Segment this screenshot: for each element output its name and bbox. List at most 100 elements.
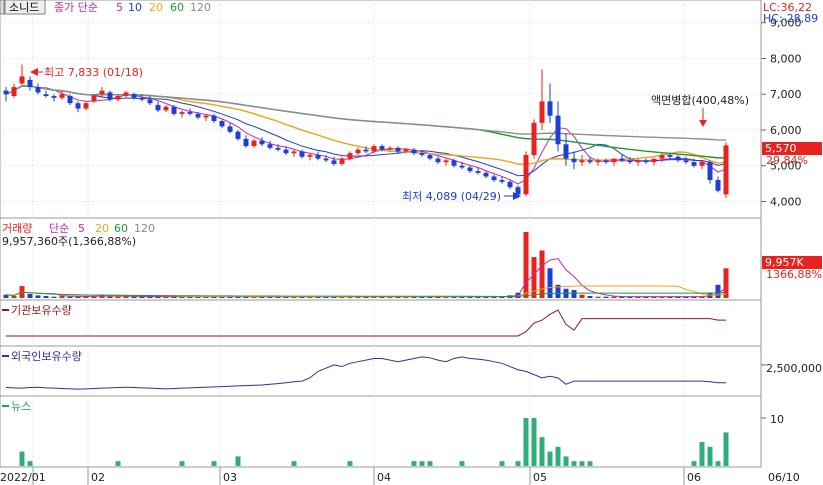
candle-body (611, 158, 617, 163)
price-tick-label: 6,000 (770, 124, 802, 137)
candle-body (11, 87, 17, 97)
volume-ma-lines (5, 257, 727, 298)
candle-body (683, 160, 689, 163)
candle-body (563, 144, 569, 159)
news-bar (531, 418, 537, 466)
event-annotation: 액면병합(400,48%) (651, 94, 749, 127)
volume-summary: 9,957,360주(1,366,88%) (2, 235, 136, 248)
volume-bar (523, 232, 529, 298)
news-bar (715, 461, 721, 466)
candle-body (475, 171, 481, 173)
volume-bar (43, 296, 49, 298)
foreign-holding-line (5, 356, 766, 390)
candle-body (523, 155, 529, 195)
candle-body (51, 96, 57, 98)
candle-body (331, 160, 337, 164)
volume-bar (587, 296, 593, 298)
candle-body (323, 158, 329, 161)
x-axis: 2022/01 02 03 04 05 06 06/10 (0, 467, 800, 485)
candle-body (283, 149, 289, 154)
header-scroll-handle[interactable] (0, 0, 5, 15)
volume-ma-label: 단순 (49, 222, 69, 235)
candle-body (99, 90, 105, 95)
candle-body (675, 156, 681, 161)
volume-title: 거래량 (2, 222, 32, 235)
news-bar (579, 461, 585, 466)
volume-bar (715, 284, 721, 298)
candle-body (707, 162, 713, 181)
news-bar (235, 456, 241, 466)
candle-body (275, 147, 281, 150)
ma-label-120: 120 (190, 1, 211, 14)
x-label-02: 02 (91, 471, 105, 484)
candle-body (555, 115, 561, 145)
volume-bar (611, 296, 617, 298)
candle-body (651, 158, 657, 163)
volume-bar (115, 296, 121, 298)
candle-body (19, 76, 25, 84)
candle-body (659, 155, 665, 159)
news-bar (211, 461, 217, 466)
candle-body (227, 126, 233, 132)
candle-body (155, 104, 161, 111)
x-label-03: 03 (223, 471, 237, 484)
volume-ma-20: 20 (95, 222, 109, 235)
candle-body (75, 103, 81, 109)
x-label-06-10: 06/10 (768, 471, 800, 484)
candle-body (3, 90, 9, 95)
candle-body (507, 181, 513, 188)
news-bar (347, 461, 353, 466)
volume-ma-line-5 (5, 257, 727, 298)
ma-line-10 (5, 85, 727, 177)
candle-body (211, 115, 217, 122)
candle-body (59, 94, 65, 98)
candle-body (499, 180, 505, 182)
candle-body (67, 96, 73, 104)
price-candles (3, 64, 729, 199)
candle-body (715, 180, 721, 191)
candle-body (195, 113, 201, 118)
stock-name: 소니드 (9, 1, 39, 14)
candle-body (635, 160, 641, 163)
candle-body (451, 160, 457, 166)
price-y-ticks: 9,0008,0007,0006,0005,0004,000 (761, 17, 802, 208)
candle-body (619, 158, 625, 161)
candle-body (667, 155, 673, 157)
news-bar (539, 437, 545, 466)
candle-body (171, 106, 177, 114)
volume-bar (723, 268, 729, 298)
news-bar (691, 461, 697, 466)
volume-bar (571, 290, 577, 298)
candle-body (43, 94, 49, 97)
volume-bar (579, 294, 585, 298)
candle-body (691, 162, 697, 166)
candle-body (291, 151, 297, 154)
news-bar (115, 461, 121, 466)
candle-body (403, 149, 409, 152)
candle-body (123, 92, 129, 97)
candle-body (427, 155, 433, 159)
x-label-2022-01: 2022/01 (0, 471, 46, 484)
candle-body (603, 160, 609, 163)
ma-label-5: 5 (116, 1, 123, 14)
candle-body (347, 153, 353, 159)
candle-body (627, 160, 633, 163)
volume-bar (131, 296, 137, 298)
candle-body (147, 99, 153, 104)
candle-body (107, 92, 113, 100)
candle-body (131, 94, 137, 98)
candle-body (411, 149, 417, 154)
candle-body (483, 172, 489, 177)
volume-ma-60: 60 (114, 222, 128, 235)
news-y-tick: 10 (770, 413, 784, 426)
moving-average-lines (5, 85, 727, 185)
current-change-label: 29,84% (766, 154, 808, 167)
volume-bar (11, 296, 17, 298)
price-tick-label: 7,000 (770, 88, 802, 101)
news-bar (587, 461, 593, 466)
volume-bar (539, 250, 545, 298)
candle-body (35, 87, 41, 93)
stock-chart-window: 9,000 8,000 7,000 6,000 5,000 4,000 소니드 종가 단순… (0, 0, 823, 485)
news-bar (563, 456, 569, 466)
news-bar (555, 446, 561, 466)
